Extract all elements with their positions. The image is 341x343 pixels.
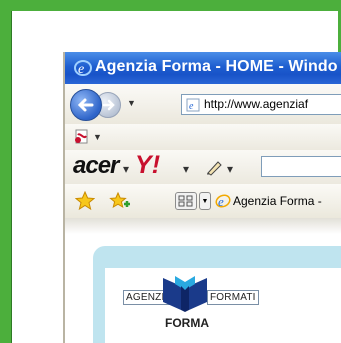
window-title: Agenzia Forma - HOME - Windo <box>95 58 338 75</box>
navigation-bar: ▼ e http://www.agenziaf <box>65 84 341 125</box>
history-dropdown-icon[interactable]: ▼ <box>127 98 136 108</box>
tab-bar: ▼ e Agenzia Forma - <box>65 184 341 219</box>
page-content: AGENZIA FORMATI FORMA <box>65 218 341 343</box>
tab-list-dropdown-icon[interactable]: ▼ <box>199 192 211 210</box>
svg-text:e: e <box>78 62 84 77</box>
acer-toolbar: acer ▾ Y! ▾ ▾ <box>65 150 341 185</box>
pencil-icon[interactable] <box>205 158 225 176</box>
title-bar[interactable]: e Agenzia Forma - HOME - Windo <box>65 52 341 84</box>
command-bar: ▼ <box>65 124 341 151</box>
ie-icon: e <box>74 60 92 77</box>
pdf-icon[interactable] <box>73 129 91 145</box>
browser-window: e Agenzia Forma - HOME - Windo ▼ e http:… <box>65 52 341 343</box>
frame-inner-line <box>11 11 12 343</box>
forma-logo-icon <box>163 276 207 312</box>
ie-tab-icon: e <box>215 194 231 209</box>
address-bar[interactable]: e http://www.agenziaf <box>181 94 341 115</box>
yahoo-dropdown-icon[interactable]: ▾ <box>183 162 189 176</box>
logo-text-forma: FORMA <box>165 316 209 330</box>
svg-text:e: e <box>218 194 224 209</box>
page-header-panel: AGENZIA FORMATI FORMA <box>93 246 341 343</box>
toolbar-search-input[interactable] <box>261 156 341 177</box>
star-icon[interactable] <box>75 191 95 211</box>
yahoo-bang: ! <box>151 151 161 179</box>
pencil-dropdown-icon[interactable]: ▾ <box>227 162 233 176</box>
yahoo-letter: Y <box>135 151 152 179</box>
url-text: http://www.agenziaf <box>204 97 309 111</box>
logo-area: AGENZIA FORMATI FORMA <box>105 268 341 343</box>
content-shadow <box>65 218 341 234</box>
logo-text-formati: FORMATI <box>207 290 259 305</box>
svg-text:e: e <box>189 101 194 112</box>
page-icon: e <box>186 98 200 112</box>
active-tab-title[interactable]: Agenzia Forma - <box>233 194 322 208</box>
quick-tabs-icon[interactable] <box>175 192 197 210</box>
acer-dropdown-icon[interactable]: ▾ <box>123 162 129 176</box>
back-icon[interactable] <box>70 89 102 121</box>
add-favorite-icon[interactable] <box>109 191 131 211</box>
pdf-dropdown-icon[interactable]: ▼ <box>93 132 102 142</box>
acer-logo[interactable]: acer <box>73 152 119 180</box>
yahoo-logo[interactable]: Y! <box>135 151 160 180</box>
